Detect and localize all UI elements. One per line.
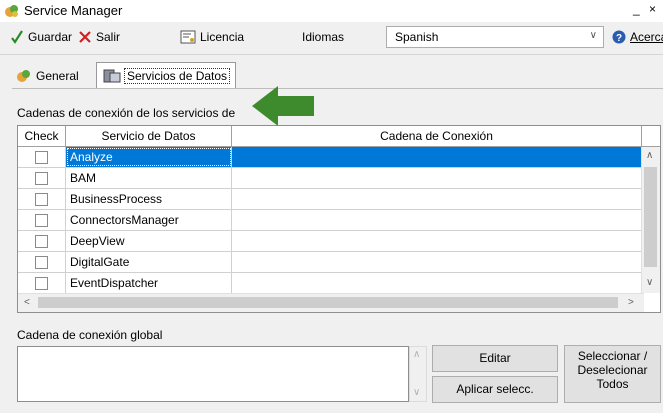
row-service-name[interactable]: Analyze: [66, 147, 232, 167]
vertical-scroll-thumb[interactable]: [644, 167, 657, 267]
save-label: Guardar: [28, 30, 73, 44]
row-connection-string[interactable]: [232, 252, 642, 272]
global-connection-label: Cadena de conexión global: [17, 328, 163, 342]
row-check-cell: [18, 147, 66, 167]
row-check-cell: [18, 252, 66, 272]
row-check-cell: [18, 273, 66, 293]
row-check-cell: [18, 210, 66, 230]
row-connection-string[interactable]: [232, 147, 642, 167]
help-icon: ?: [612, 30, 626, 44]
scroll-right-icon[interactable]: >: [628, 297, 634, 308]
data-services-icon: [103, 69, 121, 83]
row-check-cell: [18, 189, 66, 209]
save-button[interactable]: Guardar: [10, 30, 72, 44]
exit-label: Salir: [96, 30, 121, 44]
row-connection-string[interactable]: [232, 210, 642, 230]
row-connection-string[interactable]: [232, 189, 642, 209]
scroll-up-icon[interactable]: ∧: [646, 150, 653, 161]
checkmark-icon: [11, 30, 23, 44]
row-check-cell: [18, 231, 66, 251]
language-label: Idiomas: [302, 30, 345, 44]
row-checkbox[interactable]: [35, 214, 48, 227]
about-button[interactable]: ? Acerca: [612, 30, 663, 44]
row-service-name[interactable]: BusinessProcess: [66, 189, 232, 209]
table-row[interactable]: DigitalGate: [18, 252, 642, 273]
row-check-cell: [18, 168, 66, 188]
svg-text:?: ?: [616, 33, 622, 44]
language-value: Spanish: [395, 30, 439, 44]
row-service-name[interactable]: DeepView: [66, 231, 232, 251]
column-header-service[interactable]: Servicio de Datos: [66, 126, 232, 147]
chevron-down-icon: ∨: [589, 30, 597, 41]
vertical-scrollbar[interactable]: ∧ ∨: [641, 147, 660, 293]
tab-data-services[interactable]: Servicios de Datos: [96, 62, 237, 89]
apply-selection-button[interactable]: Aplicar selecc.: [432, 376, 558, 403]
services-section-label: Cadenas de conexión de los servicios de: [17, 106, 236, 120]
close-x-icon: [79, 31, 91, 43]
column-header-connection[interactable]: Cadena de Conexión: [232, 126, 642, 147]
table-row[interactable]: DeepView: [18, 231, 642, 252]
row-service-name[interactable]: ConnectorsManager: [66, 210, 232, 230]
row-checkbox[interactable]: [35, 151, 48, 164]
textarea-scrollbar[interactable]: ∧ ∨: [409, 346, 427, 402]
table-row[interactable]: ConnectorsManager: [18, 210, 642, 231]
certificate-icon: [180, 30, 196, 44]
row-connection-string[interactable]: [232, 168, 642, 188]
row-checkbox[interactable]: [35, 256, 48, 269]
horizontal-scrollbar[interactable]: < >: [18, 293, 644, 312]
row-service-name[interactable]: BAM: [66, 168, 232, 188]
tab-general-label: General: [36, 69, 79, 83]
close-button[interactable]: ×: [649, 2, 656, 16]
services-grid: Check Servicio de Datos Cadena de Conexi…: [17, 125, 661, 313]
row-service-name[interactable]: EventDispatcher: [66, 273, 232, 293]
license-button[interactable]: Licencia: [180, 30, 244, 44]
row-checkbox[interactable]: [35, 172, 48, 185]
language-select[interactable]: Spanish ∨: [386, 26, 604, 48]
table-row[interactable]: Analyze: [18, 147, 642, 168]
tab-general[interactable]: General: [10, 64, 85, 88]
scroll-left-icon[interactable]: <: [24, 297, 30, 308]
textarea-scroll-up-icon[interactable]: ∧: [413, 349, 420, 360]
global-connection-textarea[interactable]: [17, 346, 409, 402]
green-arrow-icon: [252, 86, 314, 126]
table-row[interactable]: EventDispatcher: [18, 273, 642, 294]
general-icon: [17, 70, 30, 82]
window-title: Service Manager: [24, 3, 123, 18]
toolbar: Guardar Salir Licencia Idiomas Spanish ∨…: [0, 22, 663, 55]
exit-button[interactable]: Salir: [78, 30, 120, 44]
row-checkbox[interactable]: [35, 235, 48, 248]
column-header-check[interactable]: Check: [18, 126, 66, 147]
row-connection-string[interactable]: [232, 231, 642, 251]
row-checkbox[interactable]: [35, 193, 48, 206]
edit-button[interactable]: Editar: [432, 345, 558, 372]
horizontal-scroll-thumb[interactable]: [38, 297, 618, 308]
title-bar: Service Manager _ ×: [0, 0, 663, 22]
minimize-button[interactable]: _: [633, 2, 640, 16]
table-row[interactable]: BAM: [18, 168, 642, 189]
table-row[interactable]: BusinessProcess: [18, 189, 642, 210]
row-service-name[interactable]: DigitalGate: [66, 252, 232, 272]
scroll-down-icon[interactable]: ∨: [646, 277, 653, 288]
about-label: Acerca: [630, 30, 663, 44]
column-header-filler: [642, 126, 660, 147]
license-label: Licencia: [200, 30, 245, 44]
select-deselect-all-button[interactable]: Seleccionar / Deselecionar Todos: [564, 345, 661, 403]
textarea-scroll-down-icon[interactable]: ∨: [413, 387, 420, 398]
row-connection-string[interactable]: [232, 273, 642, 293]
tab-data-services-label: Servicios de Datos: [123, 68, 231, 84]
row-checkbox[interactable]: [35, 277, 48, 290]
app-icon: [5, 5, 18, 17]
